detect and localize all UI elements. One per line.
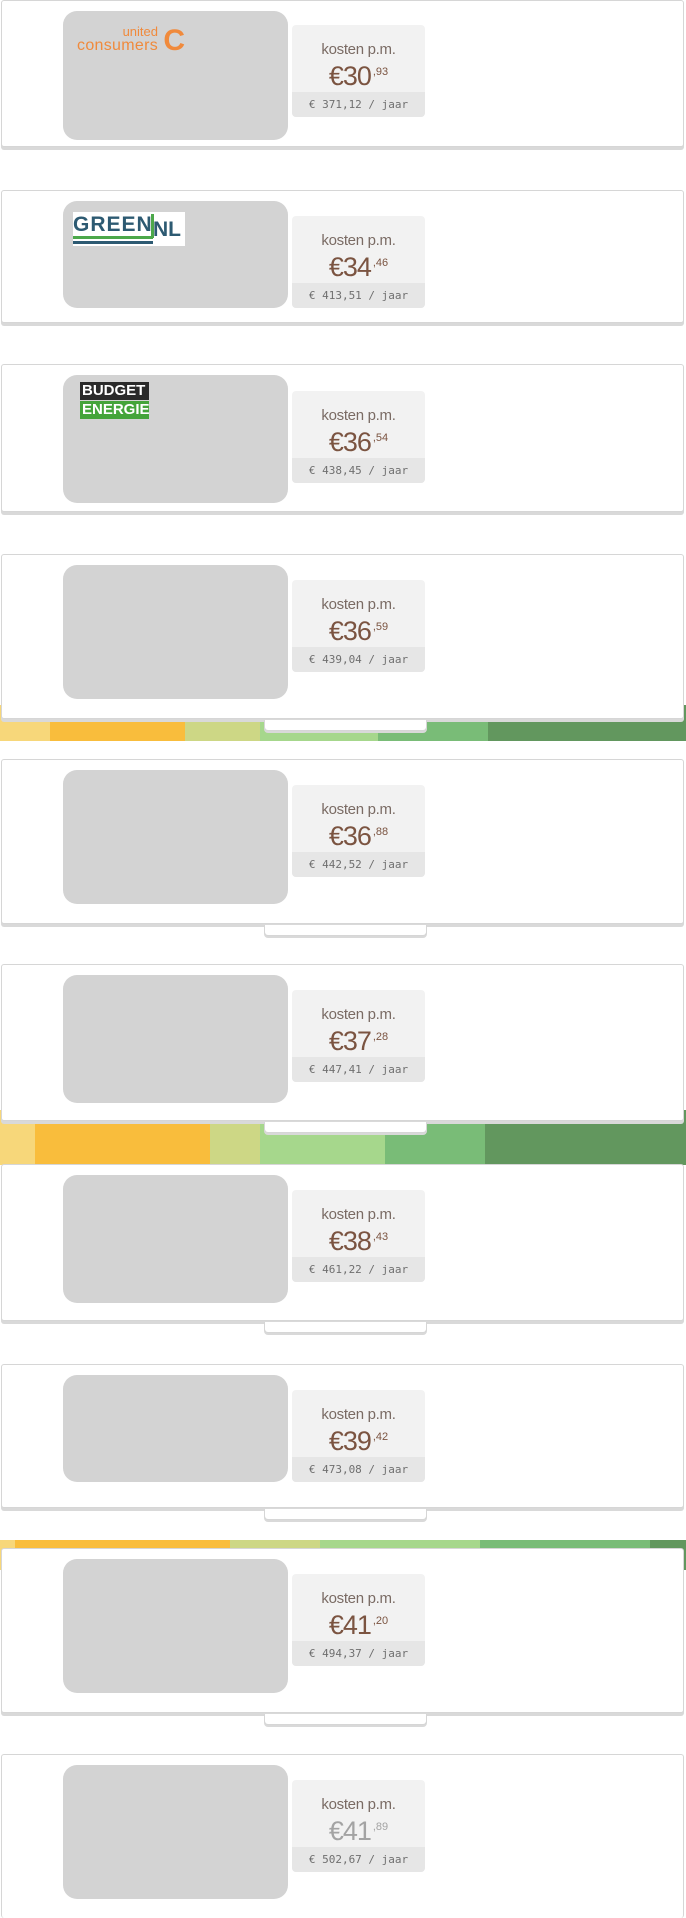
price-cents: ,46 <box>372 257 389 269</box>
yearly-price: € 473,08 / jaar <box>292 1457 425 1482</box>
logo-text: BUDGET <box>80 382 149 400</box>
price-cents: ,89 <box>372 1821 389 1833</box>
price-label: kosten p.m. <box>321 1006 396 1023</box>
supplier-logo-box <box>63 1375 288 1482</box>
supplier-logo-box <box>63 975 288 1103</box>
green-nl-logo: GREEN NL <box>73 212 185 246</box>
card-tab <box>264 1322 427 1333</box>
price-cents: ,54 <box>372 432 389 444</box>
logo-text: GREEN <box>73 213 153 236</box>
price-main: €41 <box>328 1816 372 1846</box>
card-tab <box>264 1509 427 1520</box>
offer-card[interactable]: united consumers C kosten p.m. €30,93 € … <box>1 0 684 147</box>
card-tab <box>264 1122 427 1133</box>
price-main: €36 <box>328 821 372 851</box>
price-box: kosten p.m. €39,42 € 473,08 / jaar <box>292 1390 425 1482</box>
logo-text: NL <box>153 218 181 241</box>
price-box: kosten p.m. €30,93 € 371,12 / jaar <box>292 25 425 117</box>
price-main: €34 <box>328 252 372 282</box>
price-label: kosten p.m. <box>321 596 396 613</box>
offer-card[interactable]: kosten p.m. €41,89 € 502,67 / jaar <box>1 1754 684 1918</box>
card-tab <box>264 1714 427 1725</box>
yearly-price: € 439,04 / jaar <box>292 647 425 672</box>
monthly-price: €30,93 <box>292 61 425 92</box>
offer-card[interactable]: kosten p.m. €39,42 € 473,08 / jaar <box>1 1364 684 1520</box>
price-box: kosten p.m. €34,46 € 413,51 / jaar <box>292 216 425 308</box>
yearly-price: € 413,51 / jaar <box>292 283 425 308</box>
price-main: €36 <box>328 616 372 646</box>
price-label: kosten p.m. <box>321 1590 396 1607</box>
offer-card[interactable]: BUDGET ENERGIE kosten p.m. €36,54 € 438,… <box>1 364 684 512</box>
offer-card[interactable]: kosten p.m. €38,43 € 461,22 / jaar <box>1 1164 684 1333</box>
supplier-logo-box <box>63 1175 288 1303</box>
logo-text: consumers <box>77 37 158 54</box>
offer-card[interactable]: kosten p.m. €36,88 € 442,52 / jaar <box>1 759 684 936</box>
price-label: kosten p.m. <box>321 1406 396 1423</box>
card-tab <box>264 720 427 731</box>
supplier-logo-box <box>63 1765 288 1899</box>
price-box: kosten p.m. €36,54 € 438,45 / jaar <box>292 391 425 483</box>
yearly-price: € 442,52 / jaar <box>292 852 425 877</box>
yearly-price: € 371,12 / jaar <box>292 92 425 117</box>
monthly-price: €41,89 <box>292 1816 425 1847</box>
supplier-logo-box <box>63 770 288 904</box>
price-cents: ,42 <box>372 1431 389 1443</box>
yearly-price: € 502,67 / jaar <box>292 1847 425 1872</box>
supplier-logo-box: united consumers C <box>63 11 288 140</box>
price-label: kosten p.m. <box>321 407 396 424</box>
monthly-price: €36,59 <box>292 616 425 647</box>
yearly-price: € 461,22 / jaar <box>292 1257 425 1282</box>
budget-energie-logo: BUDGET ENERGIE <box>80 382 150 419</box>
supplier-logo-box <box>63 1559 288 1693</box>
price-cents: ,20 <box>372 1615 389 1627</box>
price-label: kosten p.m. <box>321 801 396 818</box>
logo-mark: C <box>163 24 185 57</box>
card-tab <box>264 925 427 936</box>
monthly-price: €39,42 <box>292 1426 425 1457</box>
supplier-logo-box: GREEN NL <box>63 201 288 308</box>
united-consumers-logo: united consumers C <box>73 24 188 56</box>
price-label: kosten p.m. <box>321 1796 396 1813</box>
price-box: kosten p.m. €36,59 € 439,04 / jaar <box>292 580 425 672</box>
price-cents: ,93 <box>372 66 389 78</box>
price-main: €36 <box>328 427 372 457</box>
supplier-logo-box <box>63 565 288 699</box>
price-box: kosten p.m. €38,43 € 461,22 / jaar <box>292 1190 425 1282</box>
monthly-price: €36,88 <box>292 821 425 852</box>
price-label: kosten p.m. <box>321 1206 396 1223</box>
yearly-price: € 447,41 / jaar <box>292 1057 425 1082</box>
offer-card[interactable]: kosten p.m. €41,20 € 494,37 / jaar <box>1 1548 684 1725</box>
price-main: €37 <box>328 1026 372 1056</box>
yearly-price: € 438,45 / jaar <box>292 458 425 483</box>
offer-card[interactable]: kosten p.m. €37,28 € 447,41 / jaar <box>1 964 684 1133</box>
price-main: €39 <box>328 1426 372 1456</box>
price-cents: ,59 <box>372 621 389 633</box>
offer-card[interactable]: kosten p.m. €36,59 € 439,04 / jaar <box>1 554 684 731</box>
price-label: kosten p.m. <box>321 232 396 249</box>
price-main: €38 <box>328 1226 372 1256</box>
price-main: €30 <box>328 61 372 91</box>
yearly-price: € 494,37 / jaar <box>292 1641 425 1666</box>
monthly-price: €34,46 <box>292 252 425 283</box>
monthly-price: €37,28 <box>292 1026 425 1057</box>
price-box: kosten p.m. €37,28 € 447,41 / jaar <box>292 990 425 1082</box>
price-label: kosten p.m. <box>321 41 396 58</box>
price-main: €41 <box>328 1610 372 1640</box>
monthly-price: €38,43 <box>292 1226 425 1257</box>
price-box: kosten p.m. €41,20 € 494,37 / jaar <box>292 1574 425 1666</box>
price-cents: ,43 <box>372 1231 389 1243</box>
monthly-price: €41,20 <box>292 1610 425 1641</box>
price-box: kosten p.m. €41,89 € 502,67 / jaar <box>292 1780 425 1872</box>
supplier-logo-box: BUDGET ENERGIE <box>63 375 288 503</box>
logo-text: ENERGIE <box>80 401 150 419</box>
price-box: kosten p.m. €36,88 € 442,52 / jaar <box>292 785 425 877</box>
price-cents: ,88 <box>372 826 389 838</box>
monthly-price: €36,54 <box>292 427 425 458</box>
offer-card[interactable]: GREEN NL kosten p.m. €34,46 € 413,51 / j… <box>1 190 684 323</box>
price-cents: ,28 <box>372 1031 389 1043</box>
